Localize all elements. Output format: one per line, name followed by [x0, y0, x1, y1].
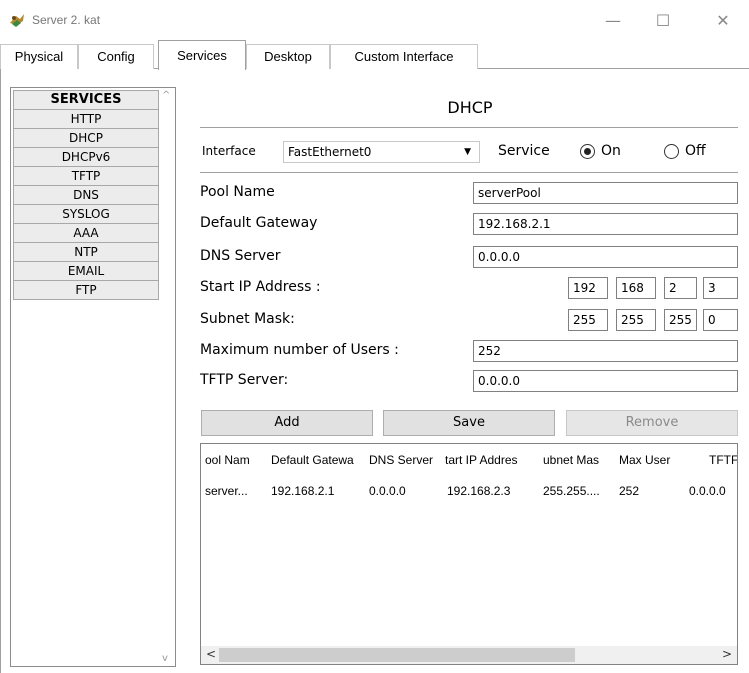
- title-bar: Server 2. kat — ☐ ✕: [0, 0, 749, 40]
- tftp-server-input[interactable]: 0.0.0.0: [473, 370, 738, 392]
- table-cell: 252: [619, 484, 640, 498]
- dhcp-title: DHCP: [447, 98, 493, 117]
- service-item-email[interactable]: EMAIL: [13, 261, 159, 281]
- max-users-label: Maximum number of Users :: [200, 342, 399, 358]
- tab-bar: Physical Config Services Desktop Custom …: [0, 40, 749, 70]
- tab-config[interactable]: Config: [78, 44, 154, 69]
- tab-custom-interface[interactable]: Custom Interface: [330, 44, 478, 69]
- column-header[interactable]: ool Nam: [205, 453, 265, 471]
- service-on-radio[interactable]: [580, 144, 595, 159]
- maximize-button[interactable]: ☐: [640, 6, 686, 36]
- start-ip-octet-4[interactable]: 3: [703, 277, 738, 299]
- service-item-dns[interactable]: DNS: [13, 185, 159, 205]
- service-item-dhcp[interactable]: DHCP: [13, 128, 159, 148]
- pool-name-input[interactable]: serverPool: [473, 182, 738, 204]
- service-item-syslog[interactable]: SYSLOG: [13, 204, 159, 224]
- tab-physical[interactable]: Physical: [0, 44, 78, 69]
- service-item-ntp[interactable]: NTP: [13, 242, 159, 262]
- service-item-dhcpv6[interactable]: DHCPv6: [13, 147, 159, 167]
- server-app-icon: [10, 14, 24, 27]
- interface-select[interactable]: FastEthernet0 ▼: [283, 141, 480, 163]
- dns-server-input[interactable]: 0.0.0.0: [473, 246, 738, 268]
- gateway-label: Default Gateway: [200, 215, 318, 231]
- table-cell: 192.168.2.1: [271, 484, 335, 498]
- scroll-down-icon[interactable]: v: [162, 653, 168, 664]
- start-ip-octet-2[interactable]: 168: [616, 277, 656, 299]
- scroll-up-icon[interactable]: ^: [162, 90, 170, 101]
- radio-selected-dot-icon: [584, 148, 591, 155]
- services-list: SERVICES HTTP DHCP DHCPv6 TFTP DNS SYSLO…: [11, 88, 159, 300]
- service-item-tftp[interactable]: TFTP: [13, 166, 159, 186]
- interface-value: FastEthernet0: [288, 145, 372, 159]
- scroll-right-icon[interactable]: >: [722, 647, 732, 661]
- gateway-input[interactable]: 192.168.2.1: [473, 213, 738, 235]
- subnet-octet-3[interactable]: 255: [664, 309, 697, 331]
- close-button[interactable]: ✕: [700, 6, 746, 36]
- interface-label: Interface: [202, 144, 256, 158]
- pool-name-label: Pool Name: [200, 184, 275, 200]
- start-ip-label: Start IP Address :: [200, 279, 321, 295]
- services-scrollbar[interactable]: ^ v: [159, 88, 175, 666]
- service-label: Service: [498, 143, 550, 159]
- column-header[interactable]: Default Gatewa: [271, 453, 366, 471]
- dropdown-caret-icon: ▼: [464, 147, 471, 157]
- tftp-server-label: TFTP Server:: [200, 372, 289, 388]
- table-horizontal-scrollbar[interactable]: < >: [201, 646, 737, 664]
- divider: [200, 127, 738, 128]
- minimize-button[interactable]: —: [590, 6, 636, 36]
- max-users-input[interactable]: 252: [473, 340, 738, 362]
- subnet-octet-2[interactable]: 255: [616, 309, 656, 331]
- divider: [200, 172, 738, 173]
- table-cell: 255.255....: [543, 484, 600, 498]
- window-title: Server 2. kat: [32, 13, 101, 27]
- tab-desktop[interactable]: Desktop: [246, 44, 330, 69]
- column-header[interactable]: tart IP Addres: [445, 453, 540, 471]
- subnet-octet-1[interactable]: 255: [568, 309, 608, 331]
- scrollbar-thumb[interactable]: [219, 648, 575, 662]
- service-item-ftp[interactable]: FTP: [13, 280, 159, 300]
- service-item-aaa[interactable]: AAA: [13, 223, 159, 243]
- scroll-left-icon[interactable]: <: [206, 647, 216, 661]
- table-cell: 0.0.0.0: [369, 484, 406, 498]
- remove-button[interactable]: Remove: [566, 410, 738, 436]
- service-off-radio[interactable]: [664, 144, 679, 159]
- pool-table: ool Nam Default Gatewa DNS Server tart I…: [200, 443, 738, 665]
- service-item-http[interactable]: HTTP: [13, 109, 159, 129]
- subnet-mask-label: Subnet Mask:: [200, 311, 295, 327]
- service-on-label: On: [601, 143, 621, 159]
- column-header[interactable]: TFTF: [709, 453, 737, 471]
- column-header[interactable]: DNS Server: [369, 453, 441, 471]
- service-off-label: Off: [685, 143, 706, 159]
- start-ip-octet-3[interactable]: 2: [664, 277, 697, 299]
- table-cell: 192.168.2.3: [447, 484, 511, 498]
- services-header: SERVICES: [13, 90, 159, 110]
- services-list-panel: SERVICES HTTP DHCP DHCPv6 TFTP DNS SYSLO…: [10, 87, 176, 667]
- save-button[interactable]: Save: [383, 410, 555, 436]
- table-cell: 0.0.0.0: [689, 484, 726, 498]
- add-button[interactable]: Add: [201, 410, 373, 436]
- tab-services[interactable]: Services: [158, 40, 246, 70]
- dns-server-label: DNS Server: [200, 248, 281, 264]
- table-cell: server...: [205, 484, 248, 498]
- start-ip-octet-1[interactable]: 192: [568, 277, 608, 299]
- subnet-octet-4[interactable]: 0: [703, 309, 738, 331]
- column-header[interactable]: ubnet Mas: [543, 453, 615, 471]
- column-header[interactable]: Max User: [619, 453, 683, 471]
